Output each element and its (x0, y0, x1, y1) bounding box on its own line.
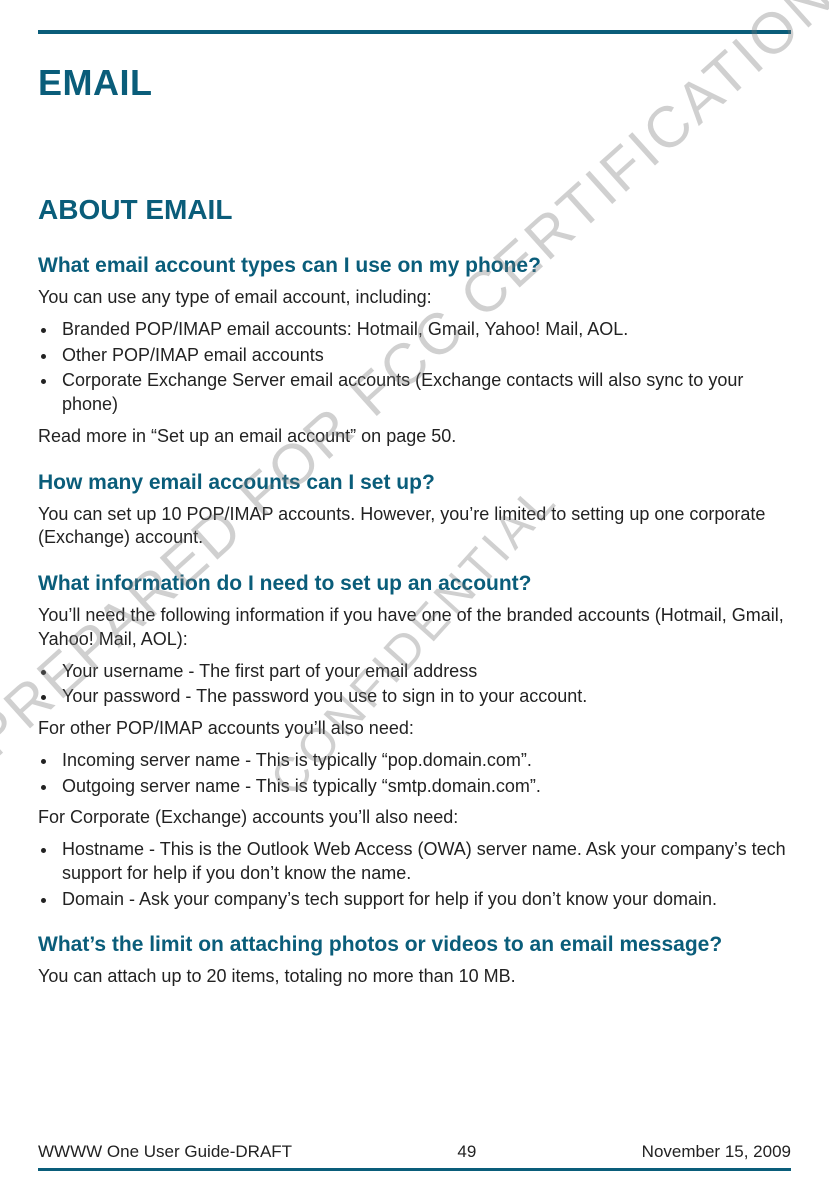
list-item: Outgoing server name - This is typically… (58, 775, 791, 799)
footer-left: WWWW One User Guide-DRAFT (38, 1142, 292, 1162)
q1-heading: What email account types can I use on my… (38, 254, 791, 278)
q2-heading: How many email accounts can I set up? (38, 471, 791, 495)
q4-body: You can attach up to 20 items, totaling … (38, 965, 791, 989)
q1-outro: Read more in “Set up an email account” o… (38, 425, 791, 449)
q4-heading: What’s the limit on attaching photos or … (38, 933, 791, 957)
q1-intro: You can use any type of email account, i… (38, 286, 791, 310)
list-item: Corporate Exchange Server email accounts… (58, 369, 791, 417)
top-rule (38, 30, 791, 34)
footer: WWWW One User Guide-DRAFT 49 November 15… (38, 1138, 791, 1171)
q3-heading: What information do I need to set up an … (38, 572, 791, 596)
list-item: Other POP/IMAP email accounts (58, 344, 791, 368)
list-item: Your password - The password you use to … (58, 685, 791, 709)
q3-mid2: For Corporate (Exchange) accounts you’ll… (38, 806, 791, 830)
q1-bullets: Branded POP/IMAP email accounts: Hotmail… (38, 318, 791, 417)
q2-body: You can set up 10 POP/IMAP accounts. How… (38, 503, 791, 551)
list-item: Hostname - This is the Outlook Web Acces… (58, 838, 791, 886)
q3-bullets-3: Hostname - This is the Outlook Web Acces… (38, 838, 791, 911)
page-title: EMAIL (38, 62, 791, 104)
q3-bullets-1: Your username - The first part of your e… (38, 660, 791, 710)
footer-page-number: 49 (457, 1142, 476, 1162)
section-heading: ABOUT EMAIL (38, 194, 791, 226)
list-item: Incoming server name - This is typically… (58, 749, 791, 773)
footer-rule (38, 1168, 791, 1171)
list-item: Domain - Ask your company’s tech support… (58, 888, 791, 912)
footer-date: November 15, 2009 (642, 1142, 791, 1162)
q3-bullets-2: Incoming server name - This is typically… (38, 749, 791, 799)
q3-intro: You’ll need the following information if… (38, 604, 791, 652)
list-item: Branded POP/IMAP email accounts: Hotmail… (58, 318, 791, 342)
list-item: Your username - The first part of your e… (58, 660, 791, 684)
q3-mid1: For other POP/IMAP accounts you’ll also … (38, 717, 791, 741)
page: PREPARED FOR FCC CERTIFICATION CONFIDENT… (0, 0, 829, 1189)
